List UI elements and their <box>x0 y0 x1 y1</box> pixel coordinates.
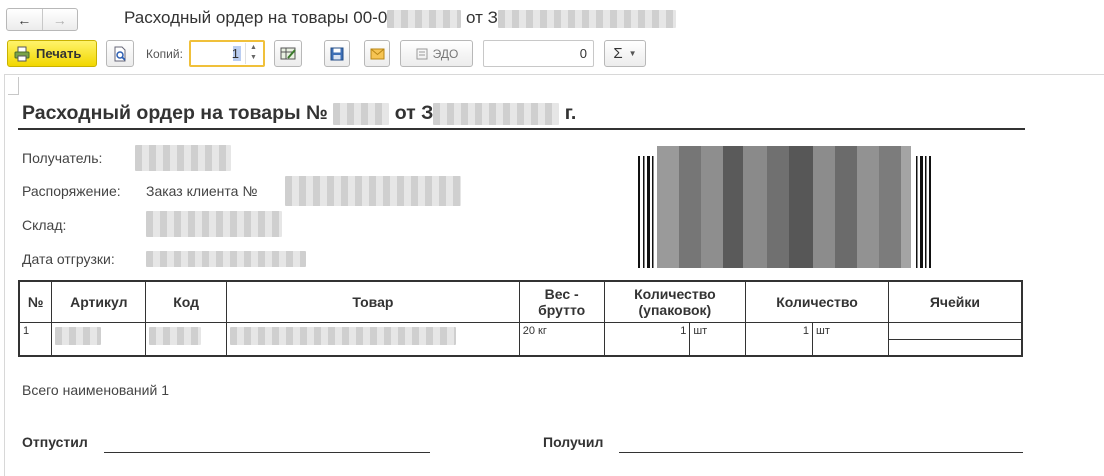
recipient-label: Получатель: <box>22 150 103 166</box>
window-title-text: Расходный ордер на товары 00-0 <box>124 8 388 27</box>
col-header-qty-packs-line1: Количество <box>634 285 716 302</box>
redacted-doc-number <box>333 102 390 125</box>
col-header-num: № <box>18 280 53 323</box>
redacted-warehouse <box>146 211 282 237</box>
forward-button[interactable]: → <box>41 9 78 30</box>
redacted-product <box>230 326 457 345</box>
document-title: Расходный ордер на товары № от З г. <box>22 102 576 125</box>
back-button[interactable]: ← <box>7 9 42 30</box>
document-title-text: Расходный ордер на товары № <box>22 102 328 124</box>
col-header-product: Товар <box>226 280 520 323</box>
document-title-date-prefix: от З <box>394 102 434 124</box>
edo-document-icon <box>416 48 428 59</box>
cell-qty-unit: шт <box>812 321 889 357</box>
sum-value-field[interactable]: 0 <box>483 40 594 67</box>
redacted-recipient <box>135 145 231 171</box>
title-underline <box>18 128 1025 130</box>
cell-qty: 1 <box>745 321 814 357</box>
redacted-number <box>387 9 462 28</box>
floppy-disk-icon <box>330 47 344 60</box>
received-by-label: Получил <box>543 434 604 450</box>
col-header-article: Артикул <box>51 280 147 323</box>
order-label: Распоряжение: <box>22 183 121 199</box>
total-items: Всего наименований 1 <box>22 382 169 398</box>
window-title: Расходный ордер на товары 00-0 от З <box>124 8 676 28</box>
edit-document-button[interactable] <box>274 40 302 67</box>
cell-article <box>51 321 147 357</box>
preview-button[interactable] <box>106 40 134 67</box>
barcode <box>638 146 931 268</box>
ship-date-label: Дата отгрузки: <box>22 251 115 267</box>
table-header-row: № Артикул Код Товар Вес - брутто Количес… <box>18 280 1023 323</box>
order-value: Заказ клиента № <box>146 183 258 199</box>
cell-qty-packs-unit: шт <box>689 321 747 357</box>
col-header-weight: Вес - брутто <box>518 280 605 323</box>
goods-table: № Артикул Код Товар Вес - брутто Количес… <box>18 280 1023 357</box>
save-button[interactable] <box>324 40 350 67</box>
document-corner-marker <box>8 77 19 95</box>
released-by-signature-line <box>104 452 430 453</box>
edo-button[interactable]: ЭДО <box>400 40 473 67</box>
col-header-qty-packs: Количество (упаковок) <box>603 280 747 323</box>
cell-num: 1 <box>18 321 53 357</box>
envelope-icon <box>370 48 384 59</box>
col-header-qty-packs-line2: (упаковок) <box>638 301 712 318</box>
page-preview-icon <box>114 46 126 61</box>
released-by-label: Отпустил <box>22 434 88 450</box>
cells-split-line <box>888 323 1021 340</box>
arrow-left-icon: ← <box>17 11 32 28</box>
cell-product <box>226 321 520 357</box>
col-header-weight-line1: Вес - <box>544 285 579 302</box>
redacted-doc-date <box>433 102 560 125</box>
received-by-signature-line <box>619 452 1023 453</box>
window-title-date-prefix: от З <box>466 8 498 27</box>
copies-label: Копий: <box>146 47 183 61</box>
print-label: Печать <box>36 46 82 61</box>
redacted-date <box>497 9 676 28</box>
col-header-code: Код <box>145 280 228 323</box>
history-nav: ← → <box>6 8 78 31</box>
edit-table-icon <box>280 47 296 60</box>
cell-qty-packs: 1 <box>603 321 691 357</box>
warehouse-label: Склад: <box>22 217 67 233</box>
cell-weight: 20 кг <box>518 321 605 357</box>
dropdown-arrow-icon: ▼ <box>628 49 637 58</box>
copies-stepper[interactable]: ▲ ▼ <box>245 43 261 64</box>
col-header-cells: Ячейки <box>887 280 1023 323</box>
edo-label: ЭДО <box>432 46 459 61</box>
col-header-qty: Количество <box>745 280 889 323</box>
document-title-suffix: г. <box>564 102 577 124</box>
table-row: 1 20 кг 1 шт 1 шт <box>18 321 1023 357</box>
print-button[interactable]: Печать <box>7 40 97 67</box>
cell-cells <box>887 321 1023 357</box>
document-frame <box>4 74 1104 476</box>
redacted-order <box>285 176 461 206</box>
col-header-weight-line2: брутто <box>538 301 586 318</box>
redacted-ship-date <box>146 251 306 267</box>
arrow-right-icon: → <box>52 11 67 28</box>
sum-icon: Σ <box>613 45 623 62</box>
sum-menu-button[interactable]: Σ ▼ <box>604 40 646 67</box>
copies-field[interactable]: 1 ▲ ▼ <box>189 40 265 67</box>
send-email-button[interactable] <box>364 40 390 67</box>
cell-code <box>145 321 228 357</box>
redacted-code <box>149 326 202 345</box>
copies-value: 1 <box>231 46 239 61</box>
redacted-article <box>55 326 102 345</box>
printer-icon <box>14 46 30 61</box>
